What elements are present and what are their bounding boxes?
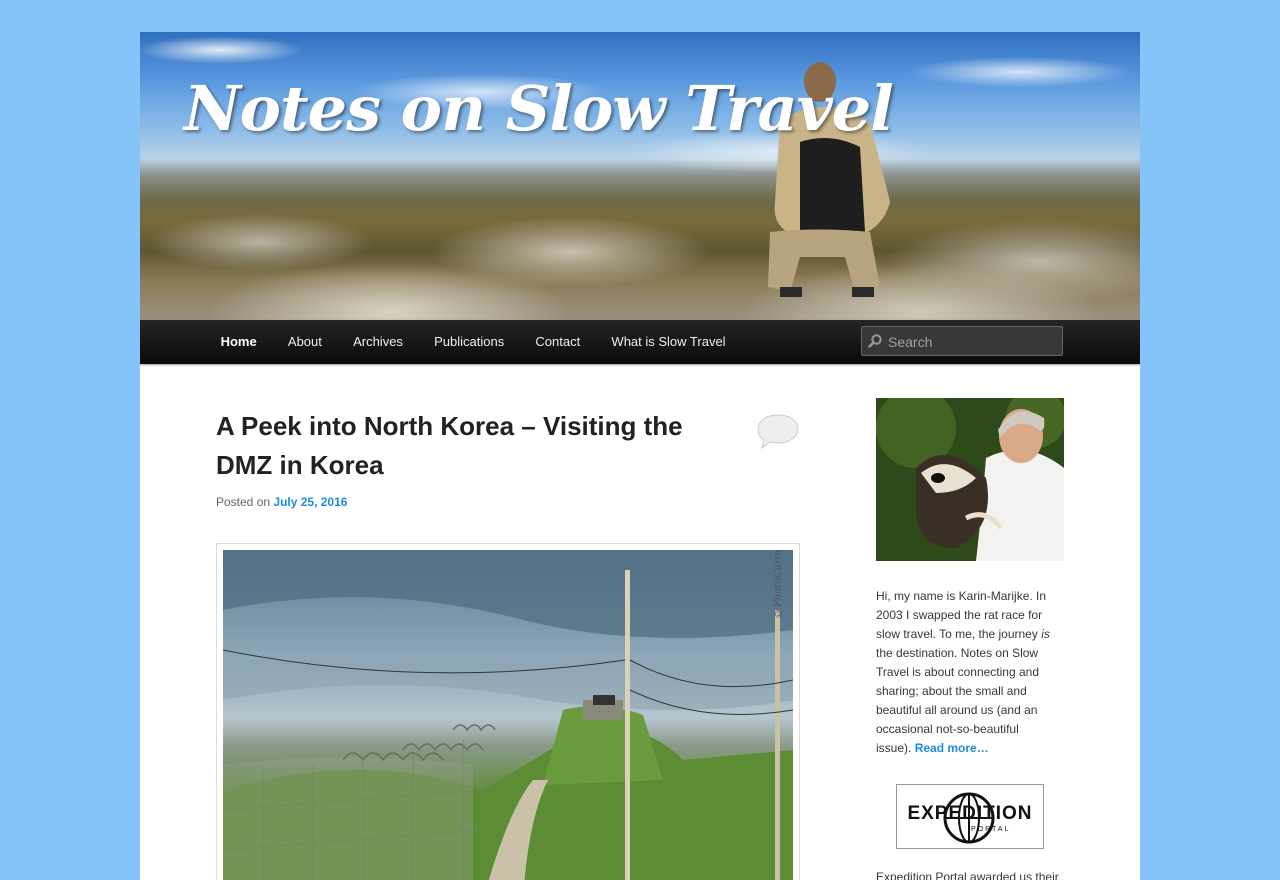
post-date-link[interactable]: July 25, 2016 [273,495,347,509]
search-input[interactable] [886,330,1060,354]
author-photo[interactable] [876,398,1064,561]
bio-text-start: Hi, my name is Karin-Marijke. In 2003 I … [876,589,1047,641]
bio-emphasis: is [1041,627,1050,641]
main-navigation: Home About Archives Publications Contact… [140,320,1140,364]
search-icon [868,334,882,348]
header-banner[interactable]: Notes on Slow Travel [140,32,1140,320]
post-meta: Posted on July 25, 2016 [216,495,347,509]
comments-link[interactable] [756,413,800,456]
nav-link-contact[interactable]: Contact [520,320,596,364]
search-box[interactable] [861,326,1063,356]
author-bio: Hi, my name is Karin-Marijke. In 2003 I … [876,587,1056,758]
nav-item-about[interactable]: About [272,320,337,364]
bio-text-end: the destination. Notes on Slow Travel is… [876,646,1039,755]
nav-link-archives[interactable]: Archives [337,320,418,364]
page-container: Notes on Slow Travel Home About Archives… [140,32,1140,880]
banner-landscape [140,182,1140,320]
award-text: Expedition Portal awarded us their [876,870,1059,880]
photo-watermark: ©PhotoCarm [773,550,784,618]
expedition-portal-badge[interactable]: EXPEDITION PORTAL [896,784,1044,849]
nav-item-archives[interactable]: Archives [337,320,418,364]
post-title[interactable]: A Peek into North Korea – Visiting the D… [216,407,716,485]
nav-link-publications[interactable]: Publications [419,320,520,364]
read-more-link[interactable]: Read more… [915,741,989,755]
nav-item-what-is-slow-travel[interactable]: What is Slow Travel [596,320,741,364]
badge-title: EXPEDITION [907,803,1033,824]
post-image[interactable]: ©PhotoCarm [223,550,793,880]
posted-on-label: Posted on [216,495,271,509]
nav-item-home[interactable]: Home [205,320,272,364]
dmz-fence-scene [223,550,793,880]
post-image-frame: ©PhotoCarm [216,543,800,880]
nav-link-what-is-slow-travel[interactable]: What is Slow Travel [596,320,741,364]
badge-subtitle: PORTAL [971,826,1011,833]
nav-item-contact[interactable]: Contact [520,320,596,364]
nav-item-publications[interactable]: Publications [419,320,520,364]
site-title[interactable]: Notes on Slow Travel [184,72,894,145]
nav-link-home[interactable]: Home [205,320,272,364]
nav-link-about[interactable]: About [272,320,337,364]
comment-bubble-icon [757,414,799,450]
author-with-sloth-photo [876,398,1064,561]
